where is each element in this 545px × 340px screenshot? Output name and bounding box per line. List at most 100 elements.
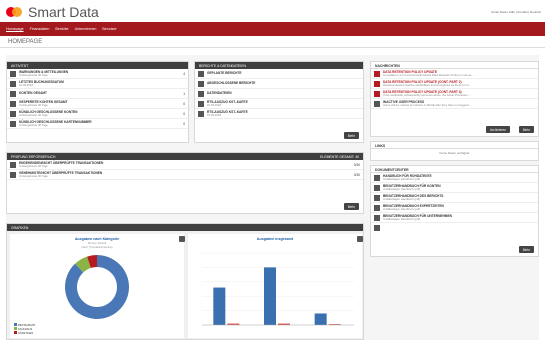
item-text: HANDBUCH FÜR ROHDATENTE Unfallanlagen Han… [383, 174, 535, 181]
bar[interactable] [213, 287, 226, 325]
dokumentcenter-panel: DOKUMENTCENTER HANDBUCH FÜR ROHDATENTE Un… [370, 165, 539, 257]
nachrichten-panel: NACHRICHTEN DATA RETENTION POLICY UPDATE… [370, 61, 539, 137]
bar-chart-panel: Ausgaben insgesamt [188, 234, 362, 338]
document-icon [198, 100, 204, 107]
top-bar: Smart Data Smart Data | Hilfe | Kontakt … [0, 0, 545, 22]
list-item[interactable]: KÜNDLICH GESCHLOSSENE KARTENNUMMER Umfang… [7, 119, 188, 129]
item-subtitle: Unfallanlagen Handbuch (pdf) [383, 176, 421, 181]
list-item[interactable]: LETZTES BUCHUNGSDATUM 01.09.2018 [7, 79, 188, 89]
item-text: KÜNDLICH GESCHLOSSENE KARTENNUMMER Umfang… [19, 120, 177, 127]
mastercard-logo-icon [6, 6, 22, 18]
item-text: ENGEHENDEN/NICHT ÜBERPRÜFTE TRANSAKTIONE… [19, 161, 352, 168]
gear-icon[interactable] [357, 236, 363, 242]
list-item[interactable]: BENUTZERHANDBUCH FÜR KONTEN Unfallanlagen… [371, 183, 538, 193]
berichte-title: BERICHTE & DATENDATEIEN [199, 63, 246, 68]
item-text: BENUTZERHANDBUCH EXPERTZEITEN Unfallanlag… [383, 204, 535, 211]
archivieren-button[interactable]: Archivieren [486, 126, 510, 133]
dokumente-title: DOKUMENTCENTER [375, 167, 409, 172]
item-count: 1 [183, 91, 185, 96]
item-subtitle: Unfallanlagen Handbuch (pdf) [383, 186, 421, 191]
pdf-icon [374, 174, 380, 181]
list-item[interactable]: ABGESCHLOSSENE BERICHTE [195, 79, 363, 89]
list-item[interactable]: DATA RETENTION POLICY UPDATE (CONT. PART… [371, 89, 538, 99]
item-text: BENUTZERHANDBUCH FÜR UNTERNEHMEN Unfallan… [383, 214, 535, 221]
list-item[interactable]: KÜNDLICH GESCHLOSSENE KONTEN Umfangsbreit… [7, 109, 188, 119]
message-icon [374, 80, 380, 87]
top-links[interactable]: Smart Data | Hilfe | Kontakt | Deutsch [491, 10, 541, 14]
berichte-panel: BERICHTE & DATENDATEIEN GEPLANTE BERICHT… [194, 61, 364, 143]
document-icon [198, 70, 204, 77]
nav-finanzdaten[interactable]: Finanzdaten [30, 27, 50, 31]
item-title: ABGESCHLOSSENE BERICHTE [207, 80, 256, 85]
document-icon [198, 80, 204, 87]
message-icon [374, 90, 380, 97]
pdf-icon [374, 184, 380, 191]
item-subtitle: 01.09.2018 [207, 102, 221, 107]
aktivitat-panel: AKTIVITÄT WARNUNGEN & MITTEILUNGEN Umfang… [6, 61, 189, 143]
more-docs-icon[interactable] [374, 225, 380, 231]
bar-chart[interactable] [188, 241, 362, 333]
item-subtitle: An update to our Commercial Products Dat… [383, 72, 474, 77]
list-item[interactable]: KONTEN GESAMT 1 [7, 89, 188, 99]
nachrichten-more-button[interactable]: Mehr [518, 126, 534, 133]
berichte-more-button[interactable]: Mehr [343, 132, 359, 139]
list-item[interactable]: DATA RETENTION POLICY UPDATE (CONT. PART… [371, 79, 538, 89]
nav-benutzer[interactable]: Benutzer [102, 27, 116, 31]
gear-icon[interactable] [179, 236, 185, 242]
item-subtitle: Users will be marked as inactive in SDOE… [383, 102, 472, 107]
list-item[interactable]: BENUTZERHANDBUCH DES BERICHTS Unfallanlag… [371, 193, 538, 203]
links-empty-text: Keine Daten verfügbar [439, 151, 470, 155]
item-text: DATA RETENTION POLICY UPDATE (CONT. PART… [383, 80, 535, 87]
item-count: 0/30 [353, 162, 360, 167]
list-item[interactable]: GEPLANTE BERICHTE [195, 69, 363, 79]
list-item[interactable]: RTS-AUSZUG KST.-KARTE 01.09.2018 [195, 109, 363, 119]
item-icon [10, 110, 16, 117]
list-item[interactable]: WARNUNGEN & MITTEILUNGEN Umfangsbreite 30… [7, 69, 188, 79]
item-subtitle: Unfallanlagen Handbuch (pdf) [383, 206, 421, 211]
item-text: DATENDATEIEN [207, 91, 360, 95]
list-item[interactable]: BENUTZERHANDBUCH EXPERTZEITEN Unfallanlag… [371, 203, 538, 213]
donut-chart-panel: Ausgaben nach Kategorie Monat / Aktuell … [10, 234, 184, 338]
item-subtitle: If the cardholder subsequently becomes a… [383, 92, 471, 97]
item-text: WARNUNGEN & MITTEILUNGEN Umfangsbreite 30… [19, 70, 177, 77]
item-text: DATA RETENTION POLICY UPDATE An update to… [383, 70, 535, 77]
item-count: 0 [183, 111, 185, 116]
pdf-icon [374, 214, 380, 221]
prufung-more-button[interactable]: Mehr [343, 203, 359, 210]
bar[interactable] [314, 313, 327, 325]
item-text: KONTEN GESAMT [19, 91, 177, 95]
list-item[interactable]: BENUTZERHANDBUCH FÜR UNTERNEHMEN Unfallan… [371, 213, 538, 223]
item-title: GEPLANTE BERICHTE [207, 70, 242, 75]
item-text: BENUTZERHANDBUCH DES BERICHTS Unfallanlag… [383, 194, 535, 201]
prufung-total: ELEMENTE GESAMT: 40 [320, 154, 359, 159]
panel-header: AKTIVITÄT [7, 62, 188, 69]
panel-header: BERICHTE & DATENDATEIEN [195, 62, 363, 69]
item-text: GEPLANTE BERICHTE [207, 70, 360, 75]
list-item[interactable]: RTS-AUSZUG KST.-KARTE 01.09.2018 [195, 99, 363, 109]
page-title: HOMEPAGE [0, 36, 545, 48]
list-item[interactable]: GESPERRTE KONTEN GESAMT Umfangsbreite 30 … [7, 99, 188, 109]
item-text: RTS-AUSZUG KST.-KARTE 01.09.2018 [207, 100, 360, 107]
nav-homepage[interactable]: Homepage [6, 27, 24, 31]
list-item[interactable]: GENEHMIGTE/NICHT ÜBERPRÜFTE TRANSAKTIONE… [7, 170, 363, 180]
legend-item: SONSTIGES [14, 331, 35, 335]
list-item[interactable]: HANDBUCH FÜR ROHDATENTE Unfallanlagen Han… [371, 173, 538, 183]
nav-unternehmen[interactable]: Unternehmen [75, 27, 97, 31]
item-icon [10, 171, 16, 178]
list-item[interactable]: DATA RETENTION POLICY UPDATE An update to… [371, 69, 538, 79]
item-subtitle: Umfangsbreite 30 Tage [19, 122, 48, 127]
message-icon [374, 70, 380, 77]
bar[interactable] [264, 267, 276, 325]
nav-berichte[interactable]: Berichte [55, 27, 68, 31]
donut-chart[interactable] [10, 249, 184, 325]
list-item[interactable]: INACTIVE USER PROCESS Users will be marke… [371, 99, 538, 109]
item-count: 4 [183, 71, 185, 76]
list-item[interactable]: ENGEHENDEN/NICHT ÜBERPRÜFTE TRANSAKTIONE… [7, 160, 363, 170]
logo[interactable]: Smart Data [6, 4, 99, 20]
panel-header: GRAFIKEN [7, 224, 363, 231]
dokumente-more-button[interactable]: Mehr [518, 246, 534, 253]
panel-header: NACHRICHTEN [371, 62, 538, 69]
prufung-panel: PRÜFUNG ERFORDERLICH ELEMENTE GESAMT: 40 … [6, 152, 364, 214]
list-item[interactable]: DATENDATEIEN [195, 89, 363, 99]
item-count: 0 [183, 101, 185, 106]
